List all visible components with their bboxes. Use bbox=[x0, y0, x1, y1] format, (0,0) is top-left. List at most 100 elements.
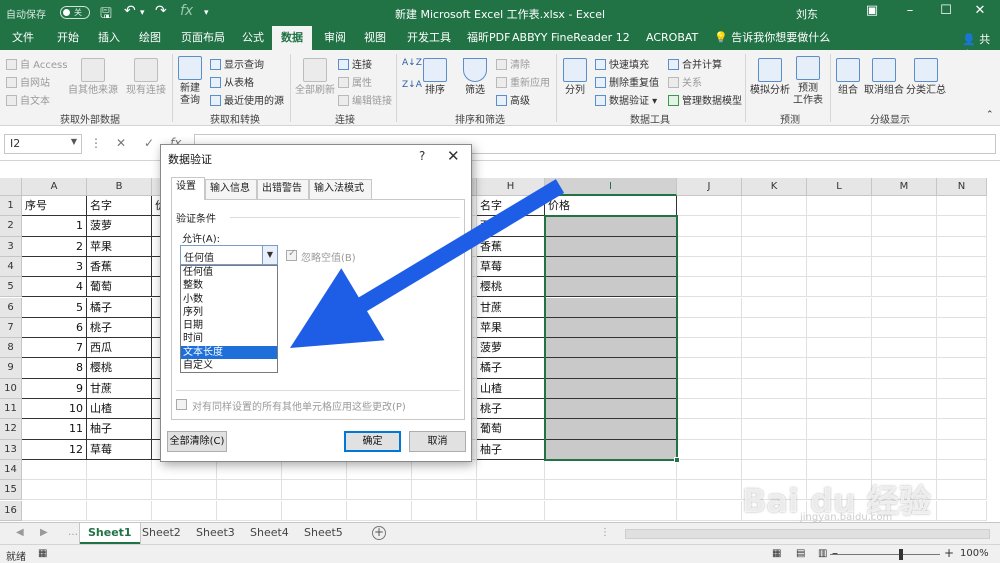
prev-sheet-icon[interactable]: ◀ bbox=[16, 527, 24, 538]
empty-cell[interactable] bbox=[677, 459, 742, 481]
apply-all-checkbox[interactable] bbox=[176, 399, 187, 410]
empty-cell[interactable] bbox=[937, 216, 987, 237]
empty-cell[interactable] bbox=[742, 419, 807, 440]
empty-cell[interactable] bbox=[807, 399, 872, 420]
empty-cell[interactable] bbox=[742, 216, 807, 237]
confirm-entry-icon[interactable]: ✓ bbox=[144, 136, 154, 150]
table-cell-name[interactable]: 苹果 bbox=[87, 236, 152, 257]
group-button[interactable]: 组合 bbox=[834, 58, 862, 97]
from-table-button[interactable]: 从表格 bbox=[210, 74, 254, 89]
price-cell-selected[interactable] bbox=[545, 378, 677, 399]
empty-cell[interactable] bbox=[807, 216, 872, 237]
empty-cell[interactable] bbox=[872, 277, 937, 298]
row-header-11[interactable]: 11 bbox=[0, 399, 22, 420]
table-cell-name[interactable]: 葡萄 bbox=[87, 277, 152, 298]
tab-abbyy[interactable]: ABBYY FineReader 12 bbox=[510, 26, 632, 50]
price-cell-selected[interactable] bbox=[545, 399, 677, 420]
properties-button[interactable]: 属性 bbox=[338, 74, 372, 89]
empty-cell[interactable] bbox=[872, 358, 937, 379]
empty-cell[interactable] bbox=[872, 399, 937, 420]
option-list[interactable]: 序列 bbox=[181, 306, 277, 319]
empty-cell[interactable] bbox=[937, 419, 987, 440]
table-cell-name[interactable]: 橘子 bbox=[477, 358, 545, 379]
table-cell-name[interactable]: 苹果 bbox=[477, 317, 545, 339]
undo-dropdown-icon[interactable]: ▾ bbox=[140, 8, 145, 18]
empty-cell[interactable] bbox=[937, 297, 987, 318]
empty-cell[interactable] bbox=[545, 480, 677, 501]
empty-cell[interactable] bbox=[677, 297, 742, 318]
empty-cell[interactable] bbox=[807, 317, 872, 339]
sheet-more-icon[interactable]: … bbox=[68, 527, 78, 538]
manage-data-model-button[interactable]: 管理数据模型 bbox=[668, 92, 742, 107]
refresh-all-button[interactable]: 全部刷新 bbox=[294, 58, 336, 97]
empty-cell[interactable] bbox=[217, 480, 282, 501]
column-header-m[interactable]: M bbox=[872, 178, 937, 196]
row-header-10[interactable]: 10 bbox=[0, 378, 22, 399]
table-cell-index[interactable]: 1 bbox=[22, 216, 87, 237]
empty-cell[interactable] bbox=[807, 439, 872, 460]
edit-links-button[interactable]: 编辑链接 bbox=[338, 92, 392, 107]
table-cell-name[interactable]: 甘蔗 bbox=[477, 297, 545, 318]
page-layout-view-icon[interactable]: ▤ bbox=[796, 548, 805, 559]
cancel-entry-icon[interactable]: ✕ bbox=[116, 136, 126, 150]
empty-cell[interactable] bbox=[807, 358, 872, 379]
tab-view[interactable]: 视图 bbox=[362, 26, 388, 50]
data-validation-button[interactable]: 数据验证 ▾ bbox=[595, 92, 657, 107]
row-header-12[interactable]: 12 bbox=[0, 419, 22, 440]
empty-cell[interactable] bbox=[872, 439, 937, 460]
empty-cell[interactable] bbox=[742, 399, 807, 420]
sheet-tab-3[interactable]: Sheet3 bbox=[188, 523, 243, 544]
recent-sources-button[interactable]: 最近使用的源 bbox=[210, 92, 284, 107]
formula-bar-splitter-icon[interactable]: ⋮ bbox=[90, 136, 102, 150]
table-cell-index[interactable]: 5 bbox=[22, 297, 87, 318]
column-header-b[interactable]: B bbox=[87, 178, 152, 196]
page-break-view-icon[interactable]: ▥ bbox=[818, 548, 827, 559]
empty-cell[interactable] bbox=[347, 480, 412, 501]
customize-qat-icon[interactable]: ▾ bbox=[204, 8, 209, 18]
ok-button[interactable]: 确定 bbox=[344, 431, 401, 452]
zoom-slider[interactable] bbox=[830, 554, 940, 555]
empty-cell[interactable] bbox=[217, 500, 282, 521]
save-icon[interactable]: 🖫 bbox=[100, 3, 112, 27]
consolidate-button[interactable]: 合并计算 bbox=[668, 56, 722, 71]
empty-cell[interactable] bbox=[677, 439, 742, 460]
price-cell-selected[interactable] bbox=[545, 439, 677, 460]
relationships-button[interactable]: 关系 bbox=[668, 74, 702, 89]
table-cell-index[interactable]: 6 bbox=[22, 317, 87, 339]
allow-dropdown-icon[interactable]: ▼ bbox=[262, 246, 277, 264]
ignore-blank-checkbox[interactable] bbox=[286, 248, 297, 261]
table-header-cell[interactable]: 名字 bbox=[477, 196, 545, 217]
ribbon-display-icon[interactable]: ▣ bbox=[862, 3, 882, 18]
collapse-ribbon-icon[interactable]: ⌃ bbox=[986, 110, 994, 120]
table-cell-name[interactable]: 山楂 bbox=[477, 378, 545, 399]
empty-cell[interactable] bbox=[937, 459, 987, 481]
option-date[interactable]: 日期 bbox=[181, 319, 277, 332]
empty-cell[interactable] bbox=[677, 419, 742, 440]
empty-cell[interactable] bbox=[477, 480, 545, 501]
empty-cell[interactable] bbox=[677, 378, 742, 399]
clear-button[interactable]: 清除 bbox=[496, 56, 530, 71]
table-cell-name[interactable]: 葡萄 bbox=[477, 419, 545, 440]
empty-cell[interactable] bbox=[347, 459, 412, 481]
add-sheet-icon[interactable]: + bbox=[372, 526, 386, 540]
dialog-tab-error-alert[interactable]: 出错警告 bbox=[257, 179, 309, 199]
empty-cell[interactable] bbox=[677, 399, 742, 420]
user-name[interactable]: 刘东 bbox=[796, 6, 818, 22]
table-cell-index[interactable]: 11 bbox=[22, 419, 87, 440]
tab-page-layout[interactable]: 页面布局 bbox=[179, 26, 227, 50]
column-header-h[interactable]: H bbox=[477, 178, 545, 196]
table-header-cell[interactable]: 价格 bbox=[545, 196, 677, 217]
row-header-7[interactable]: 7 bbox=[0, 317, 22, 339]
row-header-3[interactable]: 3 bbox=[0, 236, 22, 257]
tab-acrobat[interactable]: ACROBAT bbox=[644, 26, 700, 50]
sort-az-button[interactable]: A↓Z bbox=[402, 58, 422, 68]
tab-review[interactable]: 审阅 bbox=[322, 26, 348, 50]
what-if-button[interactable]: 模拟分析 bbox=[750, 58, 790, 97]
empty-cell[interactable] bbox=[937, 358, 987, 379]
empty-cell[interactable] bbox=[937, 277, 987, 298]
empty-cell[interactable] bbox=[937, 196, 987, 217]
tab-developer[interactable]: 开发工具 bbox=[405, 26, 453, 50]
empty-cell[interactable] bbox=[677, 358, 742, 379]
price-cell-selected[interactable] bbox=[545, 419, 677, 440]
empty-cell[interactable] bbox=[937, 480, 987, 501]
